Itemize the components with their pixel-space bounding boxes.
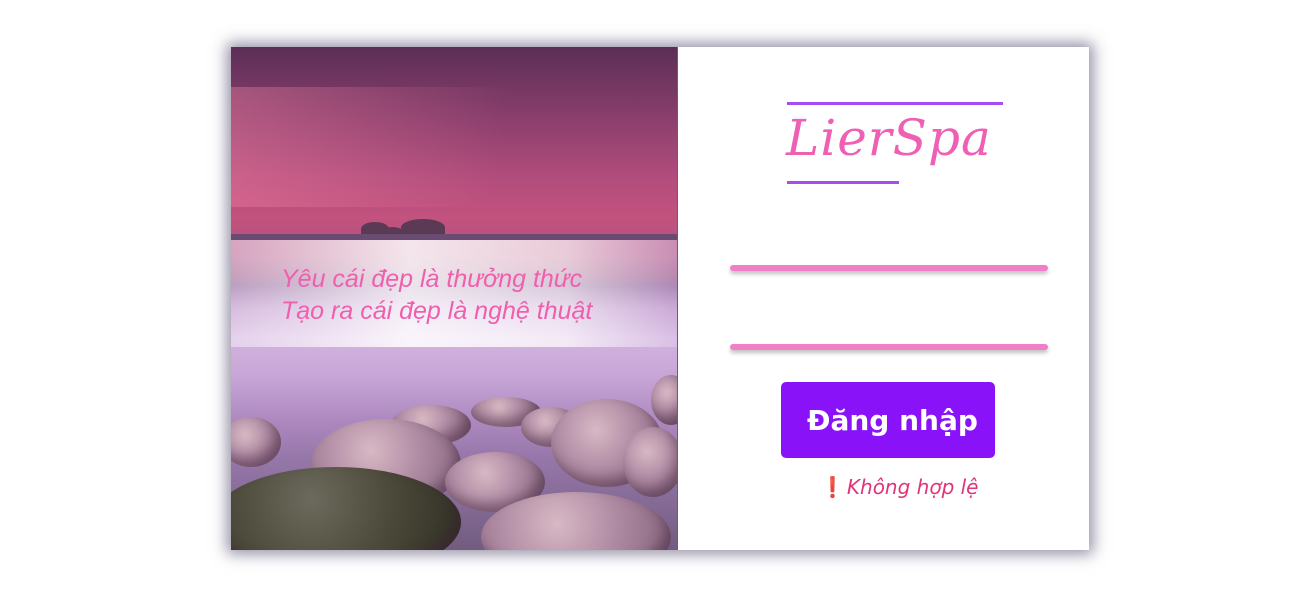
logo-top-line [787,102,1003,105]
password-field[interactable] [730,344,1048,350]
login-button[interactable]: Đăng nhập [781,382,995,458]
brand-logo: LierSpa [786,109,992,167]
logo-bottom-line [787,181,899,184]
sky-glow [231,87,677,207]
error-message: ❗ Không hợp lệ [820,475,979,499]
error-text: Không hợp lệ [846,475,979,499]
hero-image: Yêu cái đẹp là thưởng thức Tạo ra cái đẹ… [231,47,678,550]
hero-quote: Yêu cái đẹp là thưởng thức Tạo ra cái đẹ… [281,263,592,327]
rock [623,427,677,497]
username-field[interactable] [730,265,1048,271]
quote-line-1: Yêu cái đẹp là thưởng thức [281,265,583,293]
exclamation-icon: ❗ [820,475,845,499]
quote-line-2: Tạo ra cái đẹp là nghệ thuật [281,297,593,325]
login-form: LierSpa Đăng nhập ❗ Không hợp lệ [678,47,1089,550]
login-card: Yêu cái đẹp là thưởng thức Tạo ra cái đẹ… [231,47,1089,550]
